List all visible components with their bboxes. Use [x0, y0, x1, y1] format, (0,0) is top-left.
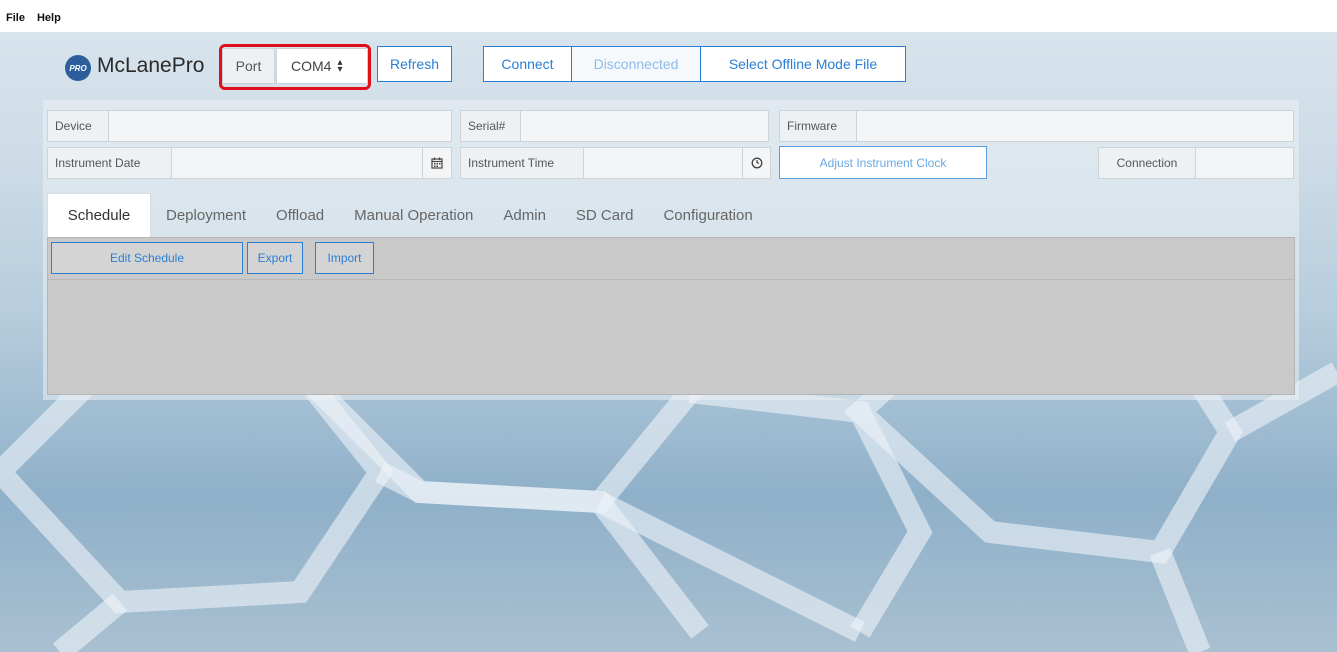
instrument-date-value — [171, 147, 423, 179]
connect-button[interactable]: Connect — [483, 46, 572, 82]
instrument-time-label: Instrument Time — [460, 147, 584, 179]
tab-admin[interactable]: Admin — [488, 193, 561, 237]
tab-sd-card[interactable]: SD Card — [561, 193, 649, 237]
refresh-button[interactable]: Refresh — [377, 46, 452, 82]
tab-configuration[interactable]: Configuration — [648, 193, 767, 237]
device-value — [108, 110, 452, 142]
select-offline-mode-file-button[interactable]: Select Offline Mode File — [700, 46, 906, 82]
clock-icon-glyph — [751, 157, 762, 169]
firmware-label: Firmware — [779, 110, 857, 142]
import-button[interactable]: Import — [315, 242, 374, 274]
tab-manual-operation[interactable]: Manual Operation — [339, 193, 488, 237]
main-tabs: Schedule Deployment Offload Manual Opera… — [47, 193, 768, 237]
clock-icon[interactable] — [742, 147, 771, 179]
connection-value — [1195, 147, 1294, 179]
calendar-icon-glyph — [431, 157, 443, 169]
calendar-icon[interactable] — [422, 147, 452, 179]
serial-label: Serial# — [460, 110, 521, 142]
tab-deployment[interactable]: Deployment — [151, 193, 261, 237]
device-label: Device — [47, 110, 109, 142]
schedule-toolbar: Edit Schedule Export Import — [48, 238, 1294, 280]
menu-bar: File Help — [0, 0, 1337, 32]
firmware-value — [856, 110, 1294, 142]
serial-value — [520, 110, 769, 142]
menu-help[interactable]: Help — [31, 0, 67, 24]
mclane-pro-logo-icon: PRO — [65, 55, 91, 81]
adjust-instrument-clock-button[interactable]: Adjust Instrument Clock — [779, 146, 987, 179]
select-arrows-icon: ▴ ▾ — [337, 57, 343, 75]
port-selected-value: COM4 — [291, 58, 332, 74]
port-select[interactable]: COM4 ▴ ▾ — [276, 48, 368, 84]
connection-label: Connection — [1098, 147, 1196, 179]
disconnected-status: Disconnected — [571, 46, 701, 82]
schedule-tab-panel: Edit Schedule Export Import — [47, 237, 1295, 395]
instrument-time-value — [583, 147, 743, 179]
instrument-date-label: Instrument Date — [47, 147, 172, 179]
app-title: McLanePro — [97, 54, 205, 77]
menu-file[interactable]: File — [0, 0, 31, 24]
tab-schedule[interactable]: Schedule — [47, 193, 151, 237]
port-label: Port — [222, 48, 275, 84]
export-button[interactable]: Export — [247, 242, 303, 274]
tab-offload[interactable]: Offload — [261, 193, 339, 237]
edit-schedule-button[interactable]: Edit Schedule — [51, 242, 243, 274]
